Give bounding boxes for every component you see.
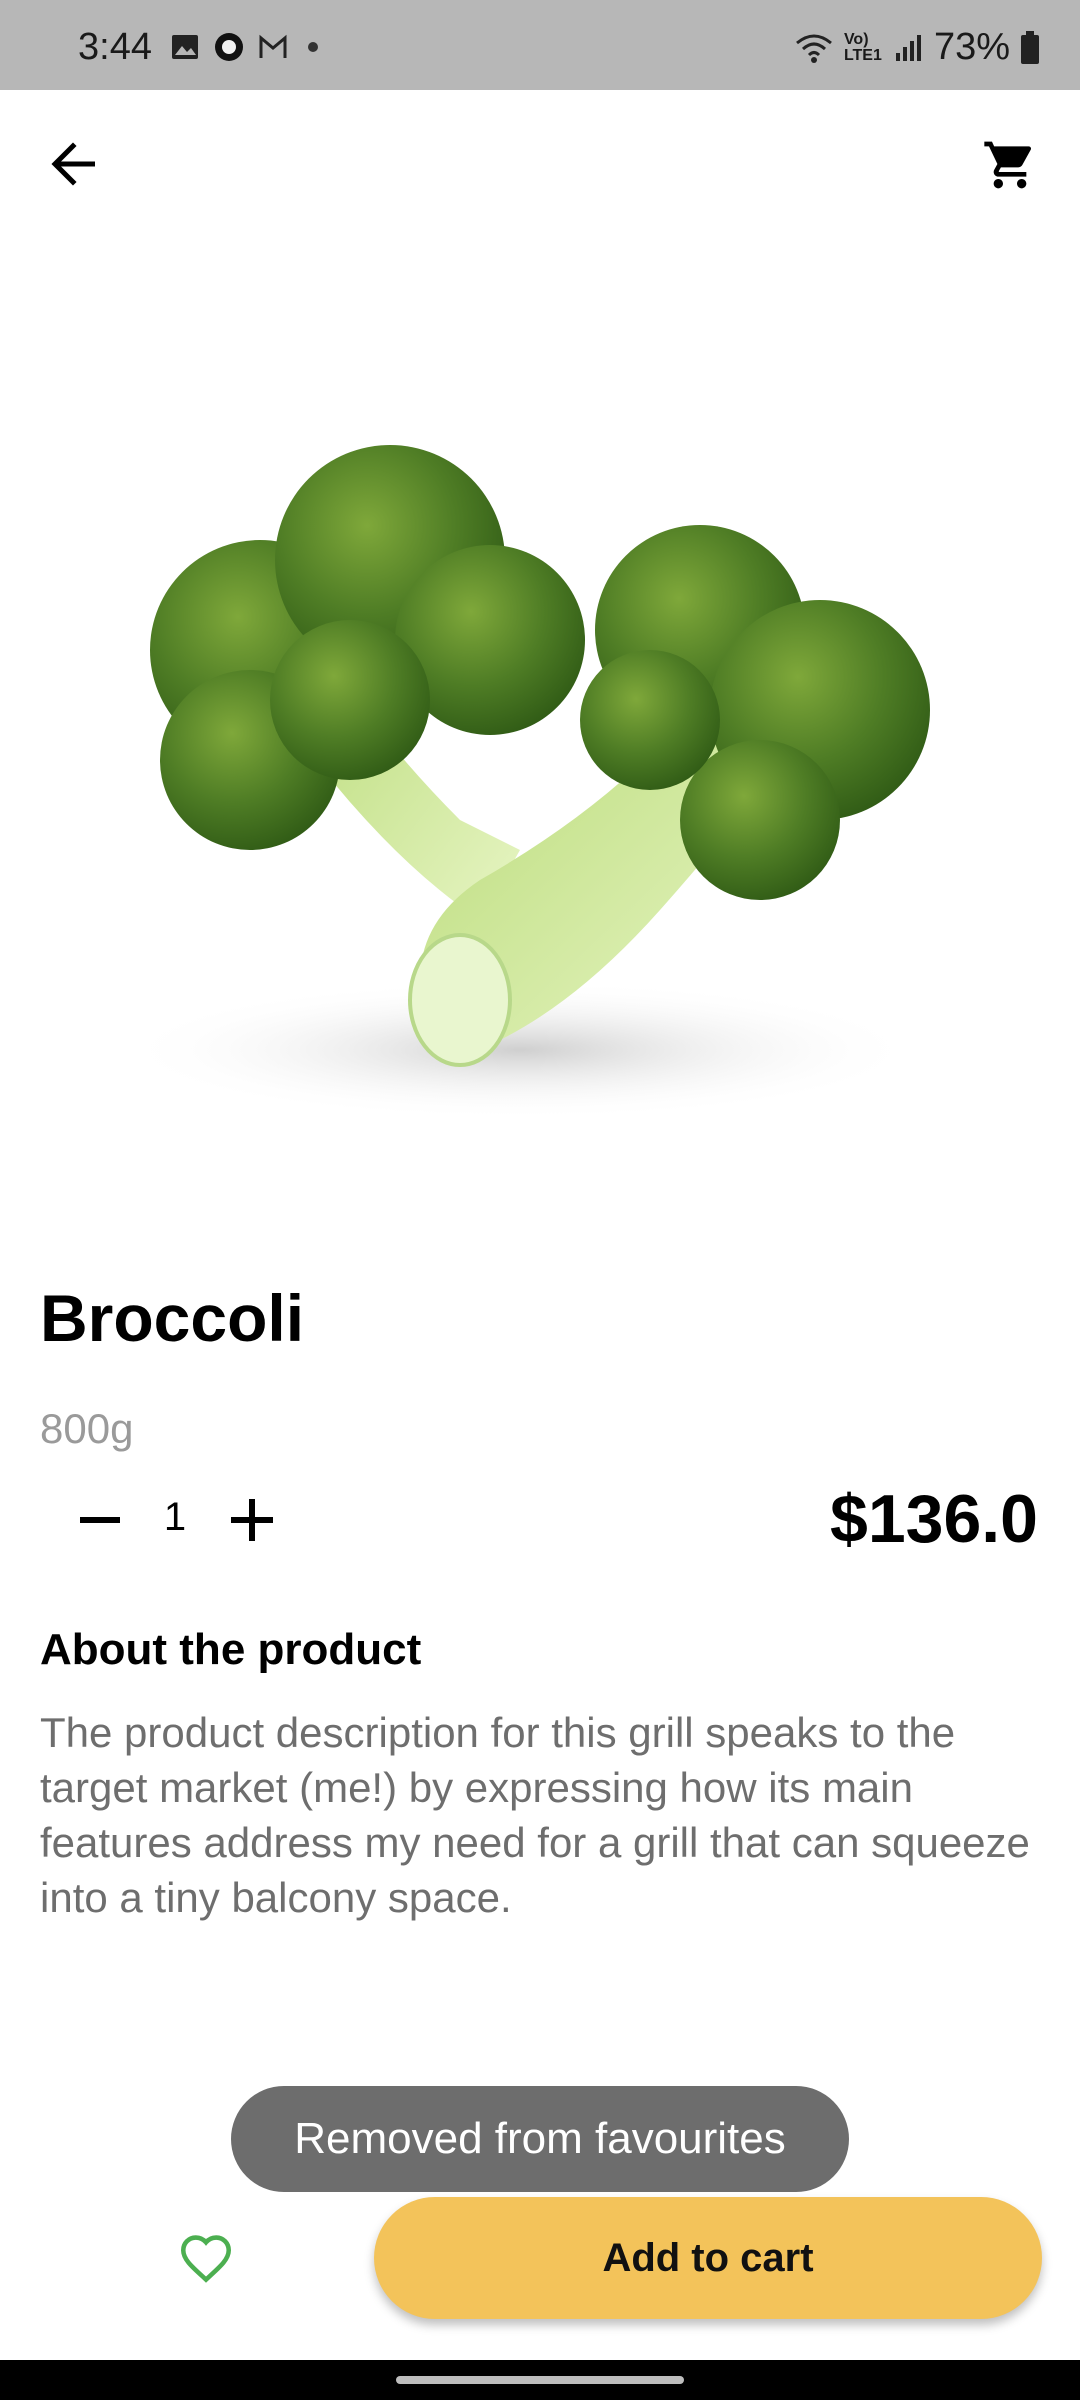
back-button[interactable]: [40, 130, 108, 198]
minus-icon: [80, 1517, 120, 1523]
more-notifications-dot: [308, 42, 318, 52]
toast-message: Removed from favourites: [231, 2086, 849, 2192]
about-heading: About the product: [40, 1625, 422, 1674]
favourite-button[interactable]: [170, 2225, 242, 2291]
product-description: The product description for this grill s…: [40, 1709, 1030, 1921]
gallery-notification-icon: [172, 35, 198, 59]
cart-button[interactable]: [970, 125, 1050, 205]
product-weight: 800g: [40, 1405, 134, 1452]
add-to-cart-button[interactable]: Add to cart: [374, 2197, 1042, 2319]
status-bar: 3:44 Vo) LTE1 73%: [0, 0, 1080, 90]
quantity-value: 1: [163, 1495, 187, 1539]
product-title: Broccoli: [40, 1281, 305, 1355]
notification-icons: [170, 32, 318, 62]
wifi-icon: [795, 34, 832, 63]
heart-outline-icon: [180, 2235, 232, 2283]
decrease-quantity-button[interactable]: [60, 1490, 140, 1550]
network-type-label: Vo) LTE1: [843, 30, 882, 64]
broccoli-image: [120, 445, 930, 1120]
app-notification-icon: [215, 33, 243, 61]
battery-percent: 73%: [933, 26, 1010, 68]
battery-icon: [1021, 30, 1039, 64]
arrow-left-icon: [51, 142, 95, 186]
shopping-cart-icon: [984, 141, 1032, 189]
gmail-notification-icon: [259, 34, 287, 58]
status-right-group: Vo) LTE1 73%: [794, 26, 1040, 69]
status-time: 3:44: [78, 26, 152, 68]
home-indicator[interactable]: [396, 2376, 684, 2384]
increase-quantity-button[interactable]: [212, 1485, 292, 1555]
product-price: $136.0: [830, 1481, 1038, 1557]
plus-icon: [231, 1499, 273, 1541]
signal-icon: [895, 34, 921, 61]
